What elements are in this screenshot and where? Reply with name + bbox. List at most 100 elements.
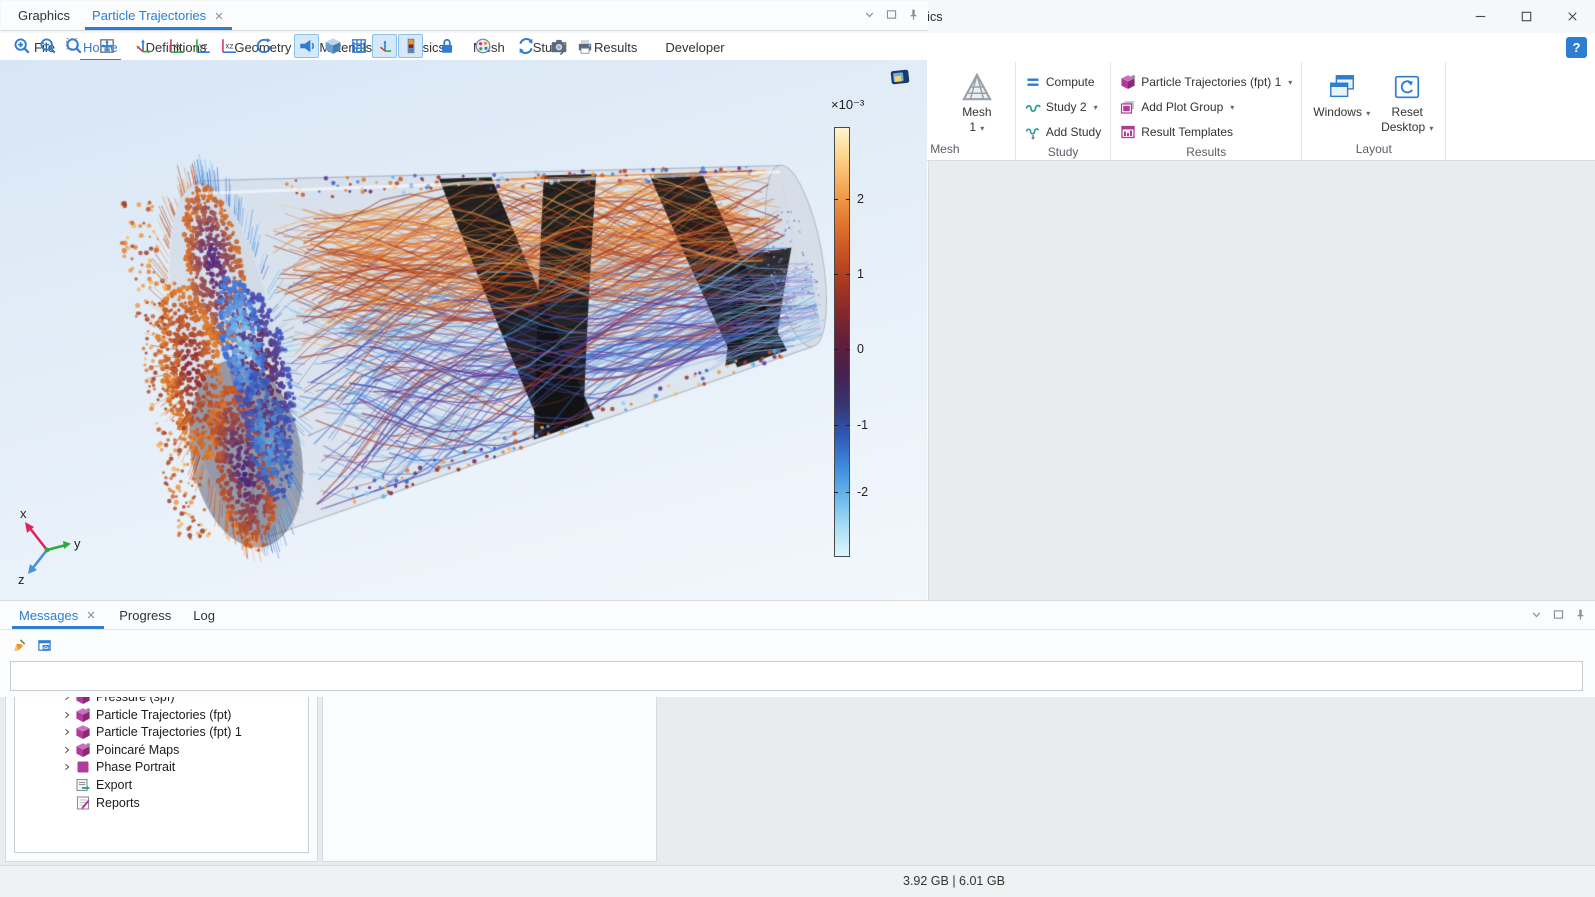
reset-desktop-icon <box>1392 69 1422 105</box>
color-legend-icon[interactable] <box>398 34 423 58</box>
svg-text:y: y <box>74 536 81 551</box>
caret-icon[interactable] <box>863 8 876 21</box>
ribbon-button-compute[interactable]: Compute <box>1023 70 1097 94</box>
svg-text:x: x <box>20 506 27 521</box>
view-grid-icon[interactable] <box>346 34 371 58</box>
colorbar-tick-mark <box>834 425 838 426</box>
tree-item-export[interactable]: Export <box>15 776 308 794</box>
lock-view-icon[interactable] <box>434 34 459 58</box>
colorbar-tick-label: -2 <box>857 485 868 499</box>
ribbon-button-study-2[interactable]: Study 2▾ <box>1023 95 1100 119</box>
ribbon-button-mesh-1[interactable]: Mesh1 ▾ <box>946 67 1008 135</box>
colorbar-tick-mark <box>846 274 850 275</box>
pin-icon[interactable] <box>907 8 920 21</box>
tab-log[interactable]: Log <box>182 601 226 629</box>
plot-group-cube-icon <box>74 742 91 758</box>
windows-icon <box>1327 69 1357 105</box>
tab-progress[interactable]: Progress <box>108 601 182 629</box>
panel-controls <box>863 8 920 21</box>
scene-light-icon[interactable] <box>320 34 345 58</box>
chevron-down-icon: ▾ <box>1427 124 1433 133</box>
svg-text:z: z <box>18 572 25 587</box>
tab-label: Progress <box>119 608 171 623</box>
float-icon[interactable] <box>885 8 898 21</box>
tab-label: Messages <box>19 608 78 623</box>
pin-icon[interactable] <box>1574 608 1587 621</box>
ribbon-button-result-templates[interactable]: Result Templates <box>1118 120 1235 144</box>
default-view-icon[interactable] <box>130 34 155 58</box>
messages-output[interactable] <box>10 661 1583 691</box>
minimize-button[interactable] <box>1457 0 1503 33</box>
memory-usage: 3.92 GB | 6.01 GB <box>903 874 1005 888</box>
ribbon-button-reset-desktop[interactable]: ResetDesktop ▾ <box>1376 67 1438 135</box>
colorbar-tick-label: 0 <box>857 342 864 356</box>
ribbon-button-windows[interactable]: Windows ▾ <box>1309 67 1374 120</box>
svg-text:xz: xz <box>225 40 233 50</box>
view-xy-icon[interactable]: xy <box>163 34 188 58</box>
chevron-right-icon[interactable] <box>59 745 74 755</box>
tab-particle-trajectories[interactable]: Particle Trajectories <box>81 1 236 30</box>
zoom-out-icon[interactable] <box>35 34 60 58</box>
clear-log-icon[interactable] <box>12 638 27 653</box>
zoom-box-icon[interactable] <box>61 34 86 58</box>
graphics-region: GraphicsParticle Trajectories ▾▾xyyzxz▾▾… <box>0 0 929 697</box>
ribbon-button-particle-trajectories-fpt-1[interactable]: Particle Trajectories (fpt) 1▾ <box>1118 70 1294 94</box>
tree-item-particle-trajectories-fpt-[interactable]: Particle Trajectories (fpt) <box>15 706 308 724</box>
ribbon-group-study: ComputeStudy 2▾Add StudyStudy <box>1016 62 1111 160</box>
tab-label: Log <box>193 608 215 623</box>
plot-group-cube-plain-icon <box>74 724 91 740</box>
chevron-right-icon[interactable] <box>59 710 74 720</box>
maximize-button[interactable] <box>1503 0 1549 33</box>
chevron-right-icon[interactable] <box>59 727 74 737</box>
comsol-window: ▾▾ laminar_mixer_particle.mph - COMSOL M… <box>0 0 1595 897</box>
tree-item-poincar-maps[interactable]: Poincaré Maps <box>15 741 308 759</box>
image-snapshot-icon[interactable] <box>546 34 571 58</box>
tree-item-phase-portrait[interactable]: Phase Portrait <box>15 759 308 777</box>
study-spiral-icon <box>1025 99 1041 115</box>
ribbon-group-label: Results <box>1118 144 1294 161</box>
view-yz-icon[interactable]: yz <box>189 34 214 58</box>
menu-developer[interactable]: Developer <box>651 33 738 62</box>
ribbon-button-add-plot-group[interactable]: Add Plot Group▾ <box>1118 95 1236 119</box>
ribbon-button-add-study[interactable]: Add Study <box>1023 120 1103 144</box>
plot-thumbnail-icon[interactable] <box>889 66 911 88</box>
rotate-icon[interactable] <box>251 34 276 58</box>
colorbar-tick-mark <box>834 492 838 493</box>
result-templates-icon <box>1120 124 1136 140</box>
colorbar-tick-mark <box>834 274 838 275</box>
reports-icon <box>74 795 91 811</box>
tab-graphics[interactable]: Graphics <box>7 1 81 30</box>
colorbar-tick-label: 2 <box>857 192 864 206</box>
log-window-icon[interactable] <box>37 638 52 653</box>
update-plot-icon[interactable] <box>513 34 538 58</box>
close-button[interactable] <box>1549 0 1595 33</box>
colorbar-tick-mark <box>834 349 838 350</box>
help-icon[interactable]: ? <box>1566 37 1587 58</box>
float-icon[interactable] <box>1552 608 1565 621</box>
close-icon[interactable] <box>213 10 225 22</box>
chevron-down-icon: ▾ <box>1094 103 1098 112</box>
colorbar-tick-label: 1 <box>857 267 864 281</box>
svg-text:xy: xy <box>173 40 182 50</box>
view-xz-icon[interactable]: xz <box>215 34 240 58</box>
trajectories-3d-plot[interactable] <box>0 60 927 600</box>
close-icon[interactable] <box>85 609 97 621</box>
transparency-icon[interactable] <box>294 34 319 58</box>
tree-item-particle-trajectories-fpt-1[interactable]: Particle Trajectories (fpt) 1 <box>15 723 308 741</box>
chevron-down-icon: ▾ <box>978 124 984 133</box>
caret-icon[interactable] <box>1530 608 1543 621</box>
axis-orientation-icon[interactable] <box>372 34 397 58</box>
tab-messages[interactable]: Messages <box>8 601 108 629</box>
colorbar-tick-mark <box>846 349 850 350</box>
chevron-right-icon[interactable] <box>59 762 74 772</box>
graphics-canvas[interactable]: ×10⁻³ 210-1-2 x y z <box>0 60 927 600</box>
print-icon[interactable] <box>572 34 597 58</box>
tree-item-reports[interactable]: Reports <box>15 794 308 812</box>
zoom-in-icon[interactable] <box>9 34 34 58</box>
zoom-extents-icon[interactable] <box>94 34 119 58</box>
graphics-tab-bar: GraphicsParticle Trajectories <box>1 1 928 31</box>
environment-icon[interactable] <box>470 34 495 58</box>
export-icon <box>74 777 91 793</box>
svg-text:yz: yz <box>199 40 207 50</box>
mesh-1-icon <box>962 69 992 105</box>
